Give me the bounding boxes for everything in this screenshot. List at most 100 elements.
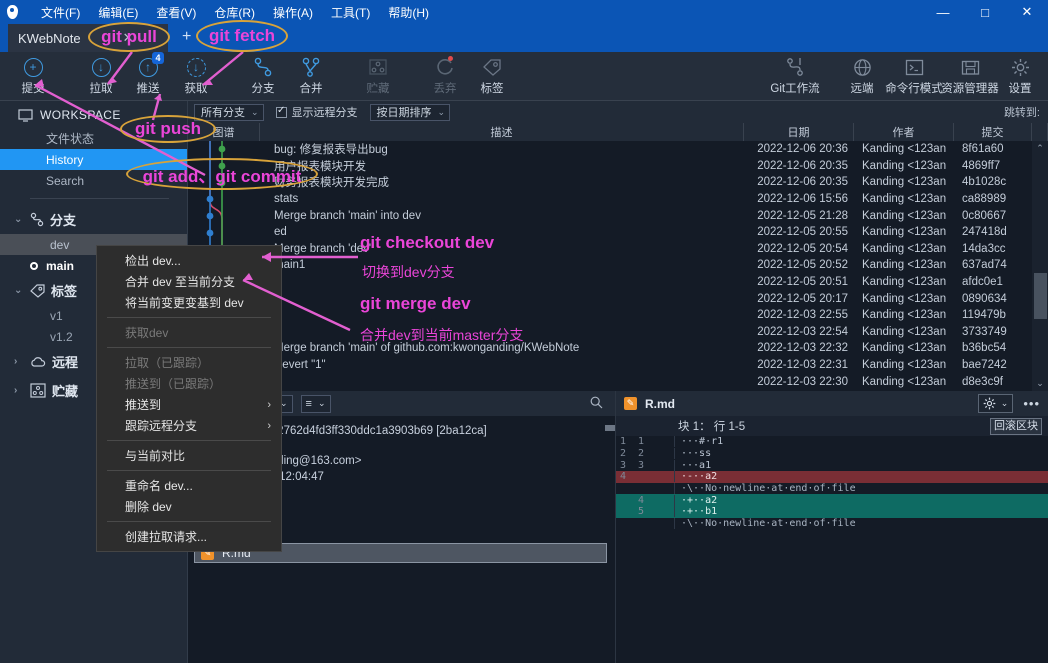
- toolbar-fetch-button[interactable]: ↓ 获取: [163, 55, 229, 99]
- menu-item-file[interactable]: 文件(F): [32, 1, 89, 24]
- scroll-up-icon[interactable]: ⌃: [1034, 143, 1046, 154]
- table-row[interactable]: 2022-12-03 22:55 Kanding <123an 119479b: [188, 307, 1048, 324]
- table-row[interactable]: Merge branch 'main' into dev 2022-12-05 2…: [188, 207, 1048, 224]
- context-menu-item[interactable]: 检出 dev...: [97, 250, 281, 271]
- rollback-hunk-button[interactable]: 回滚区块: [990, 418, 1042, 435]
- table-row[interactable]: 财务报表模块开发完成 2022-12-06 20:35 Kanding <123an…: [188, 174, 1048, 191]
- annotation-git-merge: git merge dev: [360, 294, 471, 314]
- maximize-button[interactable]: □: [964, 0, 1006, 24]
- close-button[interactable]: ✕: [1006, 0, 1048, 24]
- table-row[interactable]: stats 2022-12-06 15:56 Kanding <123an ca889…: [188, 191, 1048, 208]
- column-header-author[interactable]: 作者: [854, 123, 954, 141]
- toolbar-discard-label: 丢弃: [433, 83, 457, 95]
- table-row[interactable]: Revert "1" 2022-12-03 22:31 Kanding <123an…: [188, 357, 1048, 374]
- show-remote-branches-checkbox[interactable]: 显示远程分支: [275, 104, 358, 120]
- branch-filter-dropdown[interactable]: 所有分支 ⌄: [194, 103, 264, 121]
- menu-item-actions[interactable]: 操作(A): [264, 1, 322, 24]
- annotation-git-fetch: git fetch: [196, 20, 288, 52]
- chevron-down-icon: ⌄: [14, 214, 23, 225]
- column-header-description[interactable]: 描述: [260, 123, 744, 141]
- scroll-down-icon[interactable]: ⌄: [1034, 378, 1046, 389]
- diff-line: 4 ·+··a2: [616, 494, 1048, 507]
- table-row[interactable]: Merge branch 'dev' 2022-12-05 20:54 Kandin…: [188, 241, 1048, 258]
- toolbar-stash-button[interactable]: 贮藏: [345, 55, 411, 99]
- menu-item-help[interactable]: 帮助(H): [379, 1, 438, 24]
- annotation-git-pull: git pull: [88, 22, 170, 52]
- chevron-down-icon: ⌄: [251, 106, 259, 117]
- table-row[interactable]: 2022-12-03 22:30 Kanding <123an d8e3c9f: [188, 373, 1048, 390]
- scrollbar-thumb[interactable]: [1034, 273, 1047, 319]
- tab-label: KWebNote: [18, 30, 81, 46]
- menu-item-tools[interactable]: 工具(T): [322, 1, 379, 24]
- toolbar-commit-button[interactable]: + 提交: [0, 55, 66, 99]
- row-author: Kanding <123an: [862, 359, 947, 372]
- context-menu-item[interactable]: 与当前对比: [97, 445, 281, 466]
- cloud-icon: [31, 356, 46, 367]
- context-menu-item[interactable]: 合并 dev 至当前分支: [97, 271, 281, 292]
- context-menu-item[interactable]: 删除 dev: [97, 496, 281, 517]
- annotation-text: 切换到dev分支: [362, 264, 455, 280]
- table-row[interactable]: bug: 修复报表导出bug 2022-12-06 20:36 Kanding <1…: [188, 141, 1048, 158]
- column-header-commit[interactable]: 提交: [954, 123, 1032, 141]
- window-controls: — □ ✕: [922, 0, 1048, 24]
- row-date: 2022-12-03 22:54: [757, 325, 848, 338]
- context-menu-item[interactable]: 将当前变更变基到 dev: [97, 292, 281, 313]
- table-row[interactable]: Merge branch 'main' of github.com:kwonga…: [188, 340, 1048, 357]
- row-author: Kanding <123an: [862, 309, 947, 322]
- diff-line: 1 1 ···#·r1: [616, 436, 1048, 448]
- search-icon[interactable]: [590, 396, 603, 412]
- table-row[interactable]: 2022-12-03 22:54 Kanding <123an 3733749: [188, 324, 1048, 341]
- table-row[interactable]: 1 2022-12-05 20:51 Kanding <123an afdc0e1: [188, 274, 1048, 291]
- gear-icon: [1011, 55, 1030, 79]
- annotation-text: git pull: [101, 27, 157, 46]
- row-description: Revert "1": [274, 359, 326, 372]
- sort-dropdown[interactable]: 按日期排序 ⌄: [369, 103, 451, 121]
- row-author: Kanding <123an: [862, 226, 947, 239]
- diff-line-text: ·\··No·newline·at·end·of·file: [674, 483, 1048, 495]
- context-menu-item[interactable]: 重命名 dev...: [97, 475, 281, 496]
- diff-more-options-icon[interactable]: •••: [1023, 396, 1040, 411]
- toolbar-merge-button[interactable]: 合并: [278, 55, 344, 99]
- diff-settings-dropdown[interactable]: ⌄: [977, 394, 1014, 413]
- branch-icon: [30, 212, 44, 227]
- new-tab-button[interactable]: +: [182, 28, 191, 46]
- detail-scrollbar-thumb[interactable]: [605, 425, 615, 431]
- table-row[interactable]: 2022-12-05 20:17 Kanding <123an 0890634: [188, 290, 1048, 307]
- sidebar-group-label: 贮藏: [52, 384, 79, 399]
- diff-old-lineno: 3: [620, 459, 627, 471]
- sidebar-branch-label: dev: [50, 237, 70, 252]
- minimize-button[interactable]: —: [922, 0, 964, 24]
- commit-table-scrollbar[interactable]: ⌃ ⌄: [1032, 141, 1048, 391]
- toolbar-settings-button[interactable]: 设置: [992, 55, 1048, 99]
- table-row[interactable]: ed 2022-12-05 20:55 Kanding <123an 247418d: [188, 224, 1048, 241]
- column-header-spacer: [1032, 123, 1048, 141]
- toolbar-tag-button[interactable]: 标签: [459, 55, 525, 99]
- detail-layout-value: ≡: [305, 397, 312, 410]
- diff-line: 2 2 ···ss: [616, 448, 1048, 460]
- table-row[interactable]: main1 2022-12-05 20:52 Kanding <123an 637ad…: [188, 257, 1048, 274]
- tag-icon: [30, 283, 45, 298]
- sidebar-group-branches[interactable]: ⌄ 分支: [0, 205, 187, 234]
- detail-layout-dropdown[interactable]: ≡ ⌄: [300, 394, 331, 413]
- detail-author-line: 3anding@163.com>: [258, 455, 362, 467]
- diff-old-lineno: 4: [620, 471, 627, 483]
- context-menu-item[interactable]: 推送到 ›: [97, 394, 281, 415]
- menu-item-view[interactable]: 查看(V): [147, 1, 205, 24]
- column-header-date[interactable]: 日期: [744, 123, 854, 141]
- discard-icon: [435, 55, 455, 79]
- context-menu-item[interactable]: 跟踪远程分支 ›: [97, 415, 281, 436]
- menu-item-edit[interactable]: 编辑(E): [89, 1, 147, 24]
- diff-line-text: ···#·r1: [674, 436, 1048, 448]
- context-menu-item[interactable]: 创建拉取请求...: [97, 526, 281, 547]
- stash-icon: [30, 383, 46, 398]
- toolbar-gitflow-button[interactable]: Git工作流: [762, 55, 828, 99]
- context-menu-item-label: 跟踪远程分支: [125, 419, 198, 433]
- row-description: Merge branch 'main' into dev: [274, 209, 421, 222]
- toolbar-pull-label: 拉取: [89, 83, 113, 95]
- row-description: bug: 修复报表导出bug: [274, 144, 388, 157]
- jump-to-label: 跳转到:: [1003, 107, 1040, 119]
- menu-separator: [107, 470, 271, 471]
- diff-new-lineno: 3: [638, 459, 645, 471]
- folder-icon: [961, 55, 980, 79]
- row-date: 2022-12-03 22:31: [757, 359, 848, 372]
